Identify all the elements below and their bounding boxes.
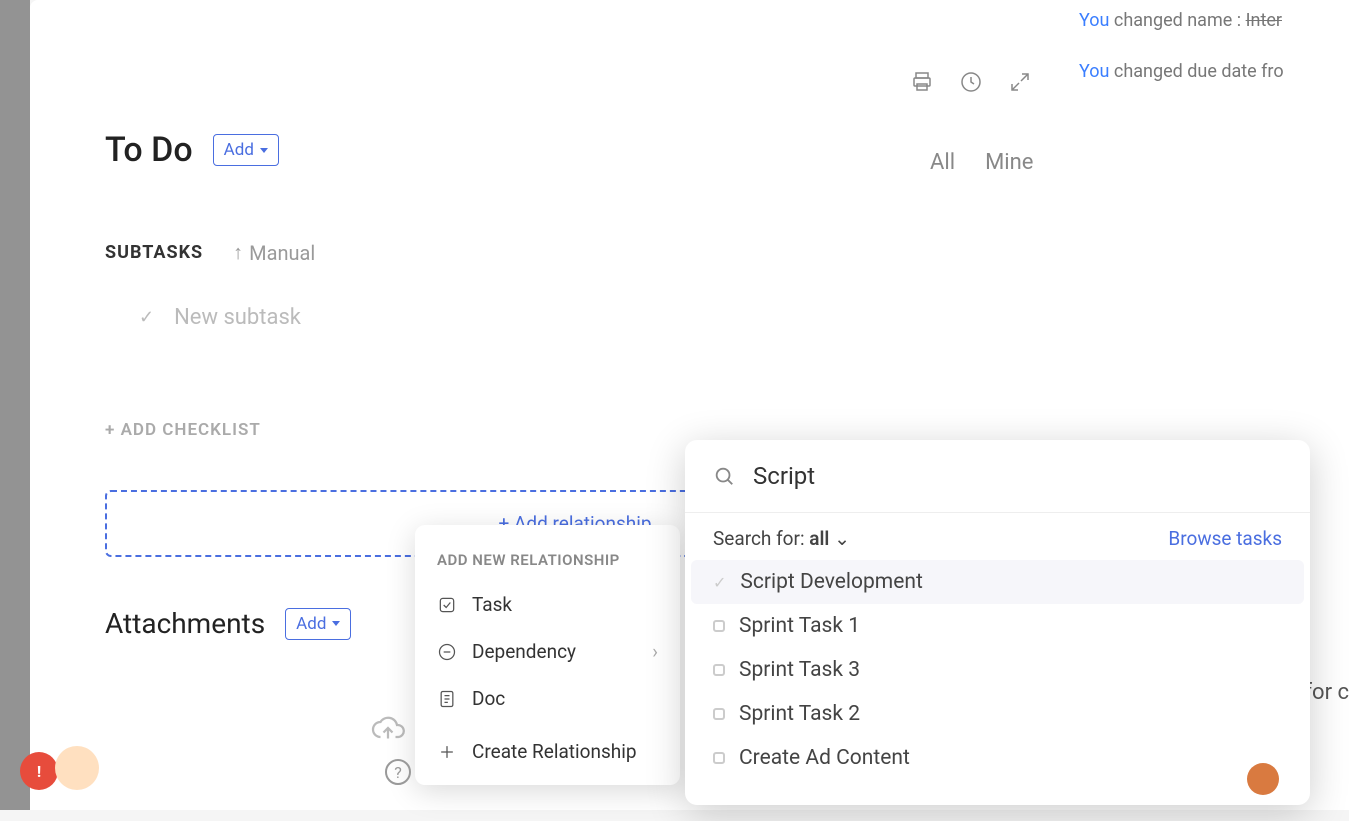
print-icon[interactable]: [910, 70, 934, 98]
new-subtask-placeholder: New subtask: [174, 305, 301, 330]
search-result-item[interactable]: ✓ Script Development: [691, 560, 1304, 604]
activity-tabs: All Mine: [930, 150, 1033, 175]
search-result-label: Script Development: [740, 570, 922, 594]
activity-actor: You: [1079, 61, 1109, 82]
rel-menu-task-label: Task: [472, 593, 512, 616]
rel-menu-dependency-label: Dependency: [472, 640, 576, 663]
rel-menu-create[interactable]: Create Relationship: [415, 728, 680, 775]
add-attachment-button[interactable]: Add: [285, 608, 351, 640]
subtasks-sort-label: Manual: [249, 241, 315, 265]
doc-icon: [437, 689, 457, 709]
chevron-down-icon: ⌄: [834, 527, 850, 550]
rel-menu-dependency[interactable]: Dependency ›: [415, 628, 680, 675]
check-icon: ✓: [713, 573, 726, 592]
activity-sidebar: You changed name : Inter You changed due…: [1069, 0, 1349, 122]
chevron-right-icon: ›: [652, 640, 658, 663]
cloud-upload-icon: [370, 710, 406, 746]
search-result-label: Sprint Task 2: [739, 702, 860, 726]
add-todo-label: Add: [224, 140, 254, 160]
user-avatar[interactable]: [55, 746, 99, 790]
status-title: To Do: [105, 130, 193, 170]
search-for-filter[interactable]: Search for: all ⌄: [713, 527, 850, 550]
add-checklist-button[interactable]: + ADD CHECKLIST: [105, 420, 1274, 440]
history-icon[interactable]: [959, 70, 983, 98]
relationship-menu: ADD NEW RELATIONSHIP Task Dependency › D…: [415, 525, 680, 785]
background-dark-strip: [0, 0, 30, 810]
help-icon[interactable]: ?: [385, 759, 411, 785]
rel-menu-create-label: Create Relationship: [472, 740, 637, 763]
search-icon: [713, 465, 735, 487]
expand-icon[interactable]: [1008, 70, 1032, 98]
status-box-icon: [713, 752, 725, 764]
toolbar-icons: [910, 70, 1032, 98]
new-subtask-row[interactable]: ✓ New subtask: [139, 305, 1274, 330]
activity-entry: You changed name : Inter: [1079, 10, 1339, 31]
search-panel: Search for: all ⌄ Browse tasks ✓ Script …: [685, 440, 1310, 805]
arrow-up-icon: ↑: [233, 240, 243, 265]
assignee-avatar[interactable]: [1247, 763, 1279, 795]
search-result-label: Sprint Task 1: [739, 614, 860, 638]
search-results: ✓ Script Development Sprint Task 1 Sprin…: [685, 560, 1310, 780]
search-result-item[interactable]: Sprint Task 1: [691, 604, 1304, 648]
status-box-icon: [713, 620, 725, 632]
activity-text: changed due date fro: [1114, 61, 1284, 82]
rel-menu-doc[interactable]: Doc: [415, 675, 680, 722]
plus-icon: [437, 742, 457, 762]
activity-actor: You: [1079, 10, 1109, 31]
subtasks-header: SUBTASKS: [105, 242, 203, 263]
attachments-title: Attachments: [105, 607, 265, 640]
task-icon: [437, 595, 457, 615]
add-attachment-label: Add: [296, 614, 326, 634]
search-result-item[interactable]: Sprint Task 3: [691, 648, 1304, 692]
status-box-icon: [713, 664, 725, 676]
search-result-label: Create Ad Content: [739, 746, 910, 770]
activity-text: changed name :: [1114, 10, 1241, 31]
browse-tasks-link[interactable]: Browse tasks: [1168, 527, 1282, 550]
add-todo-button[interactable]: Add: [213, 134, 279, 166]
notification-badge[interactable]: !: [20, 752, 58, 790]
search-for-label: Search for:: [713, 527, 805, 550]
check-icon: ✓: [139, 307, 154, 328]
search-input[interactable]: [753, 462, 1282, 490]
search-result-item[interactable]: Create Ad Content: [691, 736, 1304, 780]
truncated-text: for c: [1304, 680, 1349, 705]
status-box-icon: [713, 708, 725, 720]
rel-menu-task[interactable]: Task: [415, 581, 680, 628]
search-result-label: Sprint Task 3: [739, 658, 860, 682]
dependency-icon: [437, 642, 457, 662]
tab-mine[interactable]: Mine: [985, 150, 1033, 175]
rel-menu-doc-label: Doc: [472, 687, 505, 710]
search-for-value: all: [809, 527, 829, 550]
activity-old-value: Inter: [1246, 10, 1282, 31]
search-result-item[interactable]: Sprint Task 2: [691, 692, 1304, 736]
tab-all[interactable]: All: [930, 150, 955, 175]
activity-entry: You changed due date fro: [1079, 61, 1339, 82]
subtasks-sort-button[interactable]: ↑ Manual: [233, 240, 315, 265]
relationship-menu-title: ADD NEW RELATIONSHIP: [415, 543, 680, 581]
